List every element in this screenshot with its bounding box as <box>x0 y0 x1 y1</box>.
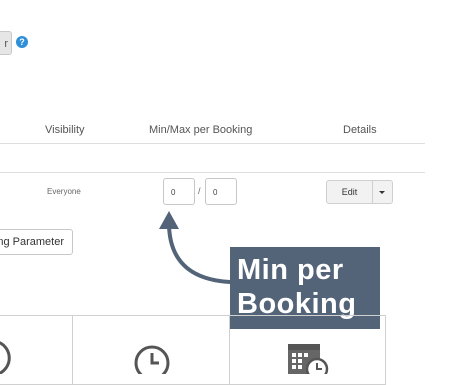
edit-button[interactable]: Edit <box>326 180 373 204</box>
calendar-clock-icon[interactable] <box>287 340 329 381</box>
min-per-booking-input[interactable]: 0 <box>163 178 195 205</box>
callout-arrow <box>159 211 232 284</box>
max-per-booking-input[interactable]: 0 <box>205 178 237 205</box>
column-header-visibility: Visibility <box>45 124 85 136</box>
column-header-minmax: Min/Max per Booking <box>149 124 253 136</box>
callout-line-1: Min per <box>237 254 344 286</box>
edit-dropdown-toggle[interactable] <box>372 180 393 204</box>
help-icon[interactable]: ? <box>16 36 28 48</box>
card-divider <box>72 315 73 385</box>
row-divider <box>0 172 425 173</box>
partial-icon <box>0 340 14 379</box>
booking-parameter-button[interactable]: ng Parameter <box>0 229 73 255</box>
header-divider <box>0 143 425 144</box>
minmax-separator: / <box>198 186 201 196</box>
visibility-value: Everyone <box>47 187 81 196</box>
partial-button[interactable]: r <box>0 31 12 55</box>
card-divider <box>229 315 230 385</box>
column-header-details: Details <box>343 124 377 136</box>
